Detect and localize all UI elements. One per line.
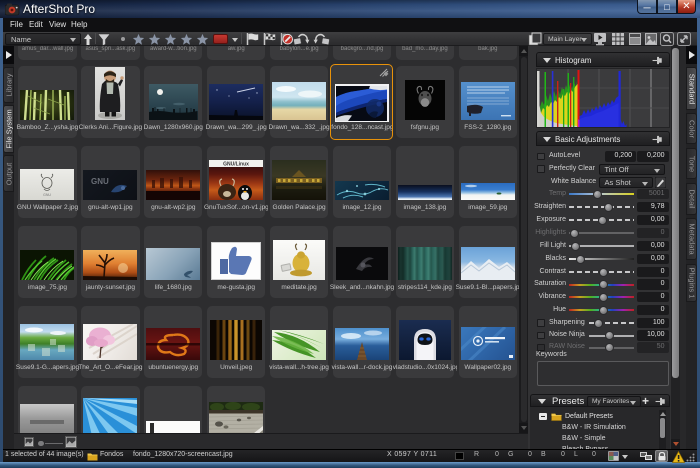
svg-text:GNU/Linux: GNU/Linux (223, 162, 249, 168)
svg-text:GNU: GNU (91, 177, 109, 186)
svg-text:GNU: GNU (44, 193, 52, 197)
